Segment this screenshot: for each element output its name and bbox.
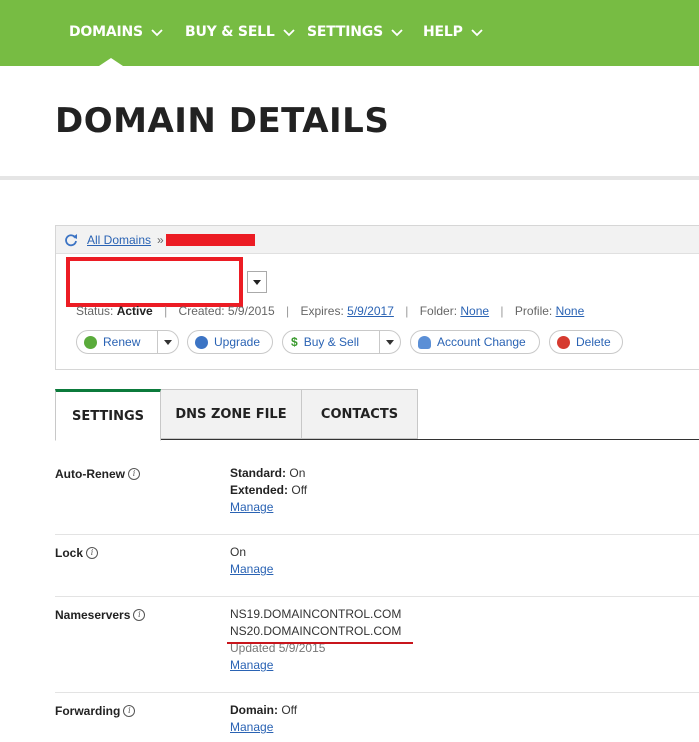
standard-value: On — [289, 466, 306, 480]
nameservers-manage-link[interactable]: Manage — [230, 658, 273, 672]
row-divider — [55, 596, 699, 597]
renew-icon — [84, 335, 97, 349]
profile-link[interactable]: None — [556, 304, 585, 318]
forwarding-values: Domain: Off Manage — [230, 702, 297, 736]
info-icon[interactable]: i — [128, 468, 140, 480]
profile-label: Profile: — [514, 304, 553, 318]
nav-active-pointer — [99, 58, 123, 66]
breadcrumb: All Domains » — [56, 226, 699, 254]
standard-line: Standard: On — [230, 465, 307, 482]
folder-label: Folder: — [419, 304, 458, 318]
chevron-down-icon — [471, 29, 483, 37]
nameservers-values: NS19.DOMAINCONTROL.COM NS20.DOMAINCONTRO… — [230, 606, 401, 674]
row-divider — [55, 692, 699, 693]
row-divider — [55, 534, 699, 535]
info-icon[interactable]: i — [86, 547, 99, 559]
forwarding-domain-line: Domain: Off — [230, 702, 297, 719]
forwarding-manage-link[interactable]: Manage — [230, 720, 273, 734]
tab-settings[interactable]: SETTINGS — [55, 389, 161, 441]
lock-manage-link[interactable]: Manage — [230, 562, 273, 576]
chevron-down-icon — [391, 29, 403, 37]
forwarding-label: Forwarding i — [55, 704, 136, 718]
expires-label: Expires: — [300, 304, 344, 318]
delete-icon — [557, 335, 570, 349]
nameservers-label: Nameservers i — [55, 608, 146, 622]
info-icon[interactable]: i — [123, 705, 136, 717]
nav-help-label: HELP — [423, 24, 463, 40]
status-value: Active — [116, 304, 153, 318]
buy-sell-dropdown-toggle[interactable] — [379, 331, 400, 353]
chevron-down-icon — [282, 29, 295, 37]
tab-dns-zone-file-label: DNS ZONE FILE — [175, 406, 287, 422]
all-domains-link[interactable]: All Domains — [87, 233, 151, 247]
upgrade-button[interactable]: Upgrade — [187, 330, 273, 354]
expires-link[interactable]: 5/9/2017 — [347, 304, 394, 318]
nameserver-1: NS19.DOMAINCONTROL.COM — [230, 607, 402, 621]
red-annotation-underline — [227, 642, 413, 644]
nameserver-2: NS20.DOMAINCONTROL.COM — [230, 624, 402, 638]
breadcrumb-separator: » — [157, 233, 164, 247]
nav-buy-sell-label: BUY & SELL — [185, 24, 275, 40]
renew-dropdown-toggle[interactable] — [157, 331, 178, 353]
nav-settings[interactable]: SETTINGS — [307, 22, 403, 42]
extended-value: Off — [291, 483, 308, 497]
buy-sell-label: Buy & Sell — [303, 335, 360, 349]
top-nav: DOMAINS BUY & SELL SETTINGS HELP — [0, 0, 699, 66]
tab-contacts[interactable]: CONTACTS — [301, 389, 418, 439]
auto-renew-label: Auto-Renew i — [55, 467, 140, 481]
lock-label-text: Lock — [55, 546, 84, 560]
nav-settings-label: SETTINGS — [307, 24, 383, 40]
standard-label: Standard: — [230, 466, 287, 480]
dollar-icon: $ — [291, 335, 298, 349]
info-icon[interactable]: i — [133, 609, 146, 621]
extended-label: Extended: — [230, 483, 289, 497]
status-label: Status: — [76, 304, 114, 318]
upgrade-label: Upgrade — [214, 335, 261, 349]
tab-dns-zone-file[interactable]: DNS ZONE FILE — [160, 389, 302, 439]
chevron-down-icon — [151, 29, 163, 37]
upgrade-icon — [195, 335, 208, 349]
forwarding-label-text: Forwarding — [55, 704, 121, 718]
buy-sell-button[interactable]: $ Buy & Sell — [282, 330, 401, 354]
account-change-button[interactable]: Account Change — [410, 330, 540, 354]
domain-panel: All Domains » Status: Active | Created: … — [55, 225, 699, 370]
renew-button[interactable]: Renew — [76, 330, 179, 354]
nav-buy-sell[interactable]: BUY & SELL — [185, 22, 295, 42]
redacted-breadcrumb-domain — [166, 234, 255, 246]
account-change-label: Account Change — [437, 335, 526, 349]
delete-label: Delete — [576, 335, 611, 349]
created-value: 5/9/2015 — [227, 304, 275, 318]
forwarding-domain-label: Domain: — [230, 703, 278, 717]
nav-domains[interactable]: DOMAINS — [69, 22, 163, 42]
tab-contacts-label: CONTACTS — [320, 406, 399, 422]
renew-label: Renew — [103, 335, 141, 349]
lock-values: On Manage — [230, 544, 273, 578]
forwarding-domain-value: Off — [281, 703, 298, 717]
nameservers-label-text: Nameservers — [55, 608, 131, 622]
user-icon — [418, 335, 431, 349]
page-title: DOMAIN DETAILS — [55, 101, 390, 141]
nav-domains-label: DOMAINS — [69, 24, 143, 40]
refresh-icon[interactable] — [64, 233, 78, 247]
redacted-domain-name — [66, 257, 243, 307]
auto-renew-label-text: Auto-Renew — [55, 467, 125, 481]
created-label: Created: — [178, 304, 225, 318]
lock-label: Lock i — [55, 546, 99, 560]
domain-status-line: Status: Active | Created: 5/9/2015 | Exp… — [76, 304, 585, 318]
domain-switcher-dropdown[interactable] — [247, 271, 267, 293]
lock-value: On — [230, 545, 247, 559]
auto-renew-values: Standard: On Extended: Off Manage — [230, 465, 307, 516]
auto-renew-manage-link[interactable]: Manage — [230, 500, 273, 514]
folder-link[interactable]: None — [460, 304, 489, 318]
nav-help[interactable]: HELP — [423, 22, 483, 42]
extended-line: Extended: Off — [230, 482, 307, 499]
delete-button[interactable]: Delete — [549, 330, 623, 354]
tab-settings-label: SETTINGS — [71, 408, 145, 424]
